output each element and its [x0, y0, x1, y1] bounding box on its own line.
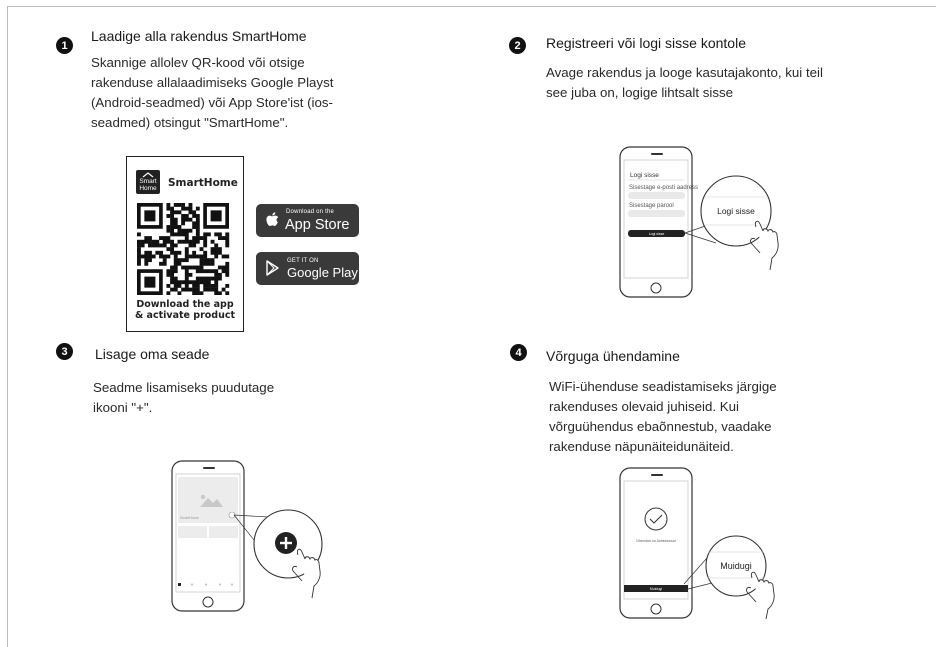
- step-text-3: Seadme lisamiseks puudutage ikooni "+".: [93, 380, 275, 415]
- step-number-4: 4: [510, 344, 527, 361]
- google-play-icon: [266, 260, 279, 276]
- step-text-2: Avage rakendus ja looge kasutajakonto, k…: [546, 65, 823, 100]
- step-number-2: 2: [509, 37, 526, 54]
- login-password-label: Sisestage parool: [629, 203, 674, 209]
- connection-status-text: Ühendus on õnnestunud: [636, 539, 675, 543]
- step-number-3: 3: [56, 343, 73, 360]
- phone-login-illustration: Logi sisse Sisestage e-posti aadress Sis…: [619, 146, 779, 298]
- phone-connect-illustration: Ühendus on õnnestunud Muidugi Muidugi: [619, 467, 775, 620]
- login-button-label: Logi sisse: [649, 232, 665, 236]
- success-check-icon: [644, 507, 668, 531]
- device-label: SmartHome: [180, 516, 199, 520]
- qr-code-icon[interactable]: [137, 203, 231, 295]
- step-text-1: Skannige allolev QR-kood või otsige rake…: [91, 55, 334, 130]
- login-password-field[interactable]: [628, 210, 685, 217]
- login-email-label: Sisestage e-posti aadress: [629, 185, 698, 191]
- login-email-field[interactable]: [628, 192, 685, 199]
- app-store-small-text: Download on the: [286, 209, 335, 215]
- google-play-badge[interactable]: GET IT ON Google Play: [256, 252, 359, 285]
- apple-icon: [266, 212, 279, 226]
- qr-brand-name: SmartHome: [168, 177, 238, 189]
- device-tile-1[interactable]: [178, 526, 207, 538]
- step-title-2: Registreeri või logi sisse kontole: [546, 35, 746, 51]
- app-store-badge[interactable]: Download on the App Store: [256, 204, 359, 237]
- confirm-button-label: Muidugi: [650, 587, 662, 591]
- step-title-3: Lisage oma seade: [95, 346, 210, 362]
- step-text-4: WiFi-ühenduse seadistamiseks järgige rak…: [549, 379, 777, 454]
- login-title: Logi sisse: [630, 172, 659, 179]
- qr-card: Smart Home SmartHome Download the app & …: [126, 156, 244, 332]
- google-play-small-text: GET IT ON: [287, 258, 319, 264]
- smarthome-logo-icon: Smart Home: [136, 170, 160, 194]
- phone-add-device-illustration: SmartHome: [171, 460, 323, 612]
- step-title-1: Laadige alla rakendus SmartHome: [91, 28, 307, 44]
- device-tile-2[interactable]: [209, 526, 238, 538]
- step-title-4: Võrguga ühendamine: [546, 348, 680, 364]
- login-callout-label: Logi sisse: [717, 206, 755, 216]
- google-play-big-text: Google Play: [287, 265, 358, 280]
- qr-caption: Download the app & activate product: [134, 299, 236, 321]
- step-number-1: 1: [56, 37, 73, 54]
- confirm-callout-label: Muidugi: [720, 561, 752, 571]
- app-store-big-text: App Store: [285, 217, 350, 233]
